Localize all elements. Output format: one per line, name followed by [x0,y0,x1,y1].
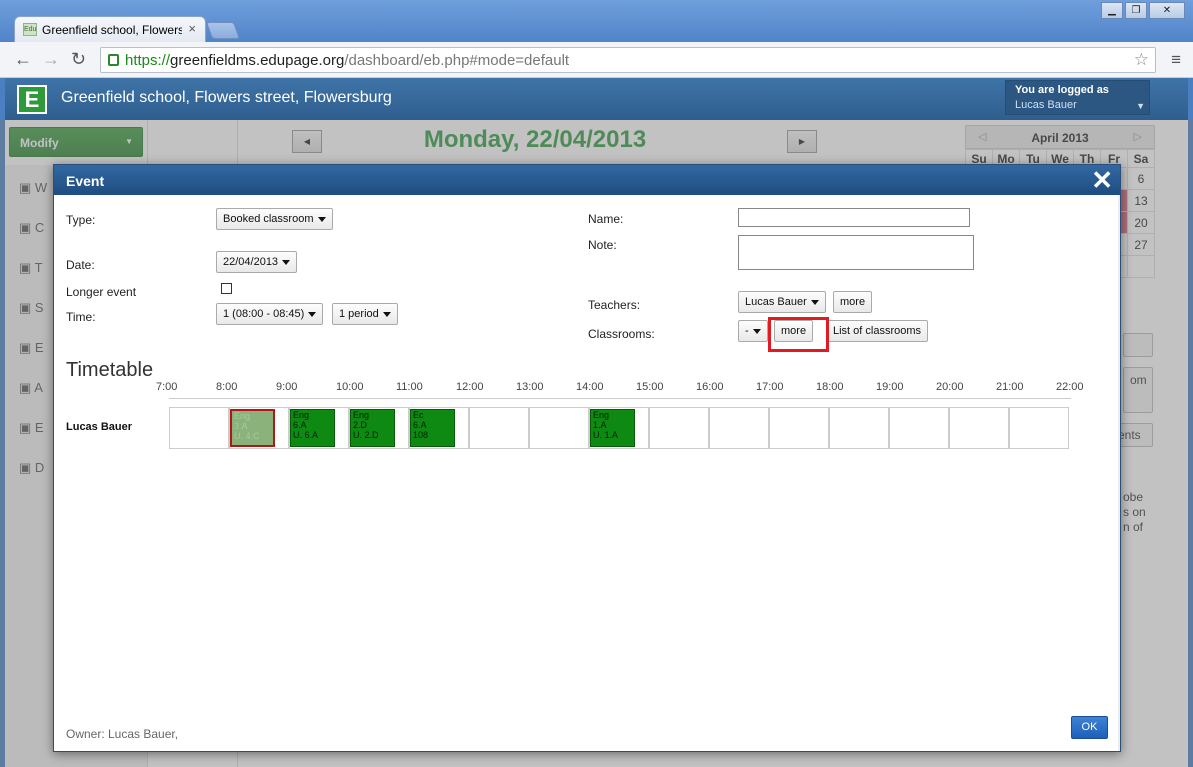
timetable-slot[interactable] [169,407,229,449]
timetable-slot[interactable] [889,407,949,449]
hour-label: 16:00 [696,381,724,393]
tab-close-icon[interactable]: × [188,21,196,36]
browser-tab[interactable]: Edu Greenfield school, Flowers st × [14,16,206,42]
address-bar[interactable]: https://greenfieldms.edupage.org/dashboa… [100,47,1156,73]
caret-down-icon [282,259,291,265]
timetable-slot[interactable] [469,407,529,449]
note-field[interactable] [738,235,974,270]
teacher-dropdown[interactable]: Lucas Bauer [738,291,826,313]
highlight-box [768,317,829,352]
timetable-slot[interactable] [529,407,589,449]
classrooms-label: Classrooms: [588,327,655,341]
hour-label: 10:00 [336,381,364,393]
dialog-title: Event [66,173,105,189]
browser-toolbar: ← → ↻ https://greenfieldms.edupage.org/d… [0,42,1193,78]
longer-event-label: Longer event [66,285,137,299]
close-icon[interactable]: ✕ [1091,166,1113,194]
minimize-icon[interactable]: ▁ [1101,2,1123,19]
timetable-slot[interactable] [829,407,889,449]
name-label: Name: [588,212,624,226]
timetable-slot[interactable] [709,407,769,449]
time-dropdown[interactable]: 1 (08:00 - 08:45) [216,303,324,325]
longer-event-checkbox[interactable] [221,283,232,294]
lesson-card[interactable]: Ec 6.A 108 [410,409,455,447]
dialog-body: Type: Booked classroom Date: 22/04/2013 … [54,195,1120,751]
caret-down-icon [382,311,391,317]
period-dropdown[interactable]: 1 period [332,303,398,325]
reload-icon[interactable]: ↻ [71,49,86,70]
type-label: Type: [66,213,96,227]
teacher-more-button[interactable]: more [833,291,873,313]
hour-label: 8:00 [216,381,238,393]
hour-label: 19:00 [876,381,904,393]
browser-menu-icon[interactable]: ≡ [1171,50,1181,70]
hour-label: 7:00 [156,381,178,393]
hour-label: 12:00 [456,381,484,393]
lock-icon [108,54,119,66]
edupage-logo[interactable]: E [17,85,47,114]
forward-arrow-icon[interactable]: → [42,49,60,70]
url-text: https://greenfieldms.edupage.org/dashboa… [125,52,570,69]
dialog-titlebar: Event ✕ [54,165,1120,195]
ok-button[interactable]: OK [1071,716,1108,739]
hour-label: 9:00 [276,381,298,393]
event-dialog: Event ✕ Type: Booked classroom Date: 22/… [53,164,1121,752]
lesson-card[interactable]: Eng 6.A U. 6.A [290,409,335,447]
timetable-person: Lucas Bauer [66,421,133,433]
new-tab-button[interactable] [205,22,241,39]
time-label: Time: [66,310,96,324]
classroom-dropdown[interactable]: - [738,320,768,342]
user-name: Lucas Bauer [1015,99,1077,111]
user-menu[interactable]: You are logged as Lucas Bauer ▼ [1005,80,1150,115]
hour-label: 18:00 [816,381,844,393]
list-of-classrooms-button[interactable]: List of classrooms [826,320,929,342]
scrollbar[interactable] [1118,195,1120,751]
hour-label: 14:00 [576,381,604,393]
timetable-title: Timetable [66,359,154,381]
timetable-slot[interactable] [1009,407,1069,449]
name-field[interactable] [738,208,970,227]
favicon-icon: Edu [23,23,37,36]
school-name: Greenfield school, Flowers street, Flowe… [61,89,392,106]
hour-label: 15:00 [636,381,664,393]
note-label: Note: [588,238,617,252]
caret-down-icon [317,216,326,222]
hour-label: 22:00 [1056,381,1084,393]
date-dropdown[interactable]: 22/04/2013 [216,251,298,273]
type-dropdown[interactable]: Booked classroom [216,208,333,230]
date-label: Date: [66,258,95,272]
chevron-down-icon: ▼ [1136,101,1145,111]
lesson-card-selected[interactable]: Eng 3.A U. 4.C [230,409,275,447]
window-controls: ▁ ❐ ✕ [1101,2,1185,19]
hour-label: 13:00 [516,381,544,393]
teachers-label: Teachers: [588,298,641,312]
hour-label: 21:00 [996,381,1024,393]
bookmark-star-icon[interactable]: ☆ [1134,50,1149,70]
tab-title: Greenfield school, Flowers st [42,23,182,37]
hour-label: 17:00 [756,381,784,393]
window-close-icon[interactable]: ✕ [1149,2,1185,19]
caret-down-icon [810,299,819,305]
lesson-card[interactable]: Eng 1.A U. 1.A [590,409,635,447]
hour-label: 20:00 [936,381,964,393]
lesson-card[interactable]: Eng 2.D U. 2.D [350,409,395,447]
timetable-slot[interactable] [769,407,829,449]
maximize-icon[interactable]: ❐ [1125,2,1147,19]
hour-label: 11:00 [396,381,423,393]
timetable-slot[interactable] [649,407,709,449]
caret-down-icon [308,311,317,317]
timetable-axis [169,398,1071,399]
timetable-slot[interactable] [949,407,1009,449]
browser-titlebar: Edu Greenfield school, Flowers st × ▁ ❐ … [0,0,1193,44]
logged-in-label: You are logged as [1015,84,1109,96]
owner-text: Owner: Lucas Bauer, [66,727,179,741]
app-header: E Greenfield school, Flowers street, Flo… [5,78,1188,120]
caret-down-icon [752,328,761,334]
back-arrow-icon[interactable]: ← [14,49,32,70]
